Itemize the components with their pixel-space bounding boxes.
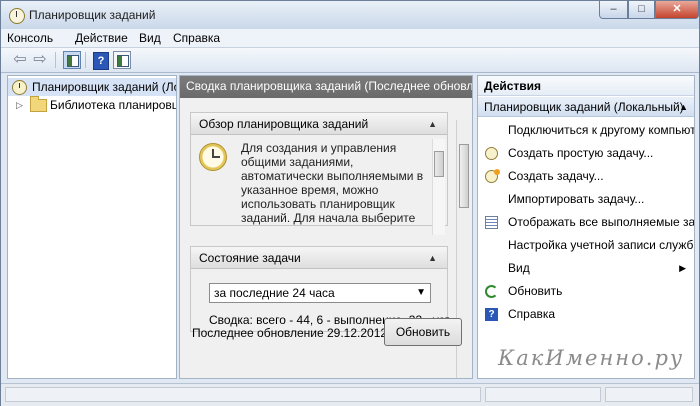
tree-item-task-scheduler-local[interactable]: Планировщик заданий (Локальный): [8, 78, 176, 96]
period-select[interactable]: за последние 24 часа ▼: [209, 283, 431, 303]
overview-scrollbar[interactable]: [432, 139, 445, 235]
back-arrow-icon[interactable]: ⇦: [11, 51, 29, 69]
status-cell: [5, 387, 481, 402]
action-label: Справка: [508, 307, 556, 321]
actions-group-header[interactable]: Планировщик заданий (Локальный) ▲: [478, 97, 694, 117]
tree-item-label: Планировщик заданий (Локальный): [32, 80, 176, 94]
action-view[interactable]: Вид ▶: [478, 257, 694, 280]
status-cell: [605, 387, 693, 402]
actions-pane: Действия Планировщик заданий (Локальный)…: [477, 75, 695, 379]
actions-title: Действия: [478, 76, 694, 96]
clock-icon: [485, 147, 498, 160]
help-icon[interactable]: ?: [93, 52, 109, 70]
overview-title: Обзор планировщика заданий: [199, 117, 369, 131]
window-title: Планировщик заданий: [29, 8, 156, 22]
action-import-task[interactable]: Импортировать задачу...: [478, 188, 694, 211]
action-at-account-config[interactable]: Настройка учетной записи служб AT: [478, 234, 694, 257]
overview-panel: Обзор планировщика заданий ▲ Для создани…: [190, 112, 448, 235]
action-help[interactable]: ? Справка: [478, 303, 694, 326]
action-label: Импортировать задачу...: [508, 192, 645, 206]
action-label: Подключиться к другому компьютеру...: [508, 123, 695, 137]
status-cell: [485, 387, 601, 402]
last-update-text: Последнее обновление 29.12.2012: [192, 326, 388, 340]
action-label: Вид: [508, 261, 530, 275]
collapse-icon[interactable]: ▲: [679, 97, 688, 117]
collapse-icon[interactable]: ▲: [428, 113, 437, 135]
clock-icon: [9, 8, 25, 24]
menu-view[interactable]: Вид: [139, 31, 161, 45]
maximize-button[interactable]: □: [628, 1, 655, 19]
submenu-arrow-icon: ▶: [679, 263, 686, 273]
refresh-icon: [485, 285, 498, 298]
clock-icon: [12, 80, 27, 95]
forward-arrow-icon[interactable]: ⇨: [31, 51, 49, 69]
show-hide-console-tree-icon[interactable]: [63, 51, 81, 69]
refresh-button[interactable]: Обновить: [384, 318, 462, 346]
menu-action[interactable]: Действие: [75, 31, 128, 45]
collapse-icon[interactable]: ▲: [428, 247, 437, 269]
app-window: Планировщик заданий – □ ✕ Консоль Действ…: [0, 0, 700, 406]
status-bar: [1, 383, 699, 406]
show-hide-action-pane-icon[interactable]: [113, 51, 131, 69]
dropdown-arrow-icon[interactable]: ▼: [416, 284, 426, 302]
toolbar-separator: [55, 52, 56, 68]
clock-icon: [485, 169, 500, 183]
console-tree: Планировщик заданий (Локальный) ▷ Библио…: [7, 75, 177, 379]
minimize-button[interactable]: –: [599, 1, 628, 19]
action-create-task[interactable]: Создать задачу...: [478, 165, 694, 188]
menu-help[interactable]: Справка: [173, 31, 220, 45]
expand-arrow-icon[interactable]: ▷: [16, 96, 23, 114]
action-label: Создать простую задачу...: [508, 146, 654, 160]
summary-pane: Сводка планировщика заданий (Последнее о…: [179, 75, 473, 379]
period-select-value: за последние 24 часа: [214, 286, 335, 300]
toolbar-separator: [85, 52, 86, 68]
menu-console[interactable]: Консоль: [7, 31, 53, 45]
task-status-panel-header[interactable]: Состояние задачи ▲: [191, 247, 447, 269]
overview-panel-header[interactable]: Обзор планировщика заданий ▲: [191, 113, 447, 135]
watermark-text: КакИменно.ру: [498, 346, 685, 370]
scroll-thumb[interactable]: [459, 144, 469, 208]
tree-item-library[interactable]: ▷ Библиотека планировщика заданий: [8, 96, 176, 114]
action-display-running-tasks[interactable]: Отображать все выполняемые задачи: [478, 211, 694, 234]
folder-icon: [30, 96, 47, 112]
scroll-thumb[interactable]: [434, 151, 444, 177]
overview-text: Для создания и управления общими задания…: [241, 141, 424, 225]
action-create-basic-task[interactable]: Создать простую задачу...: [478, 142, 694, 165]
action-label: Создать задачу...: [508, 169, 604, 183]
tree-item-label: Библиотека планировщика заданий: [50, 98, 176, 112]
menu-bar: Консоль Действие Вид Справка: [1, 29, 699, 48]
toolbar: ⇦ ⇨ ?: [1, 48, 699, 73]
summary-header: Сводка планировщика заданий (Последнее о…: [180, 76, 472, 98]
close-button[interactable]: ✕: [655, 1, 699, 19]
action-label: Настройка учетной записи служб AT: [508, 238, 695, 252]
title-bar[interactable]: Планировщик заданий – □ ✕: [1, 1, 699, 29]
actions-group-title: Планировщик заданий (Локальный): [484, 100, 684, 114]
task-status-title: Состояние задачи: [199, 251, 301, 265]
help-icon: ?: [485, 308, 498, 321]
action-connect[interactable]: Подключиться к другому компьютеру...: [478, 119, 694, 142]
action-label: Обновить: [508, 284, 563, 298]
action-refresh[interactable]: Обновить: [478, 280, 694, 303]
list-icon: [485, 216, 498, 229]
action-label: Отображать все выполняемые задачи: [508, 215, 695, 229]
overview-text-clip: Для создания и управления общими задания…: [191, 135, 431, 225]
